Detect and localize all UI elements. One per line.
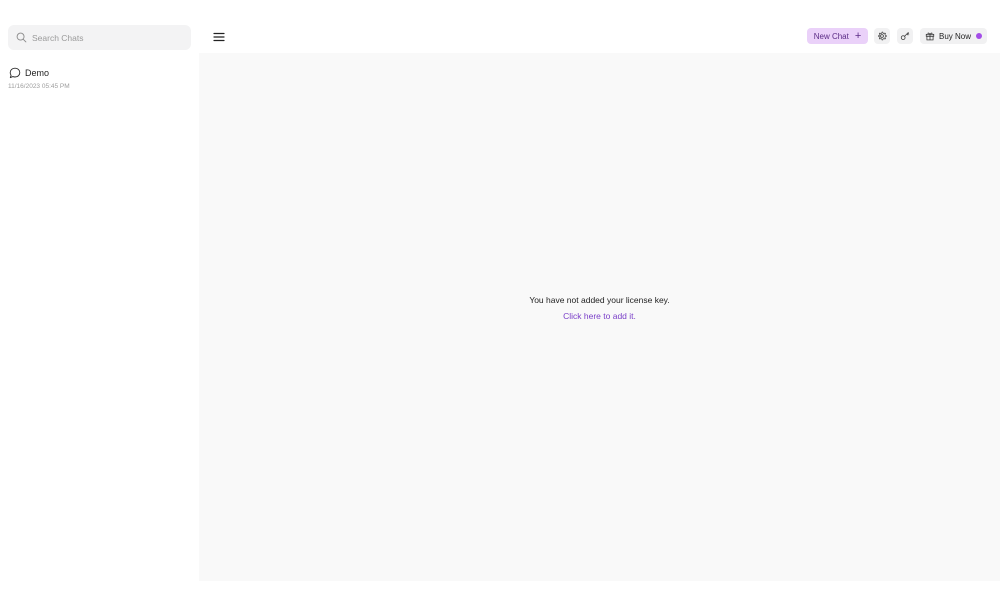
plus-icon: + <box>854 30 862 42</box>
chat-item-title-row: Demo <box>9 66 189 80</box>
top-bar: New Chat + Buy Now <box>199 0 1000 53</box>
sidebar: Demo 11/16/2023 05:45 PM <box>0 0 199 600</box>
settings-button[interactable] <box>874 28 890 44</box>
chat-bubble-icon <box>9 67 21 79</box>
chat-list-item[interactable]: Demo 11/16/2023 05:45 PM <box>8 66 189 96</box>
new-chat-label: New Chat <box>813 31 849 41</box>
menu-toggle-button[interactable] <box>212 30 226 42</box>
gear-icon <box>878 31 887 41</box>
license-notice-text: You have not added your license key. <box>529 295 670 305</box>
add-license-link[interactable]: Click here to add it. <box>563 310 636 322</box>
search-input[interactable] <box>32 32 182 43</box>
hamburger-menu-icon <box>213 32 225 42</box>
content-area: You have not added your license key. Cli… <box>199 53 1000 581</box>
license-notice: You have not added your license key. Cli… <box>199 294 1000 324</box>
gift-icon <box>925 32 935 41</box>
key-icon <box>900 32 910 40</box>
search-box[interactable] <box>8 25 191 50</box>
app-window: Demo 11/16/2023 05:45 PM New Chat + <box>0 0 1000 600</box>
search-icon <box>16 32 27 43</box>
license-key-button[interactable] <box>897 28 913 44</box>
new-chat-button[interactable]: New Chat + <box>807 28 868 44</box>
buy-now-button[interactable]: Buy Now <box>920 28 987 44</box>
chat-item-title: Demo <box>25 68 50 78</box>
main-panel: New Chat + Buy Now You have not added yo… <box>199 0 1000 581</box>
chat-item-date: 11/16/2023 05:45 PM <box>8 83 70 90</box>
buy-now-label: Buy Now <box>938 31 971 41</box>
status-dot <box>976 33 982 39</box>
